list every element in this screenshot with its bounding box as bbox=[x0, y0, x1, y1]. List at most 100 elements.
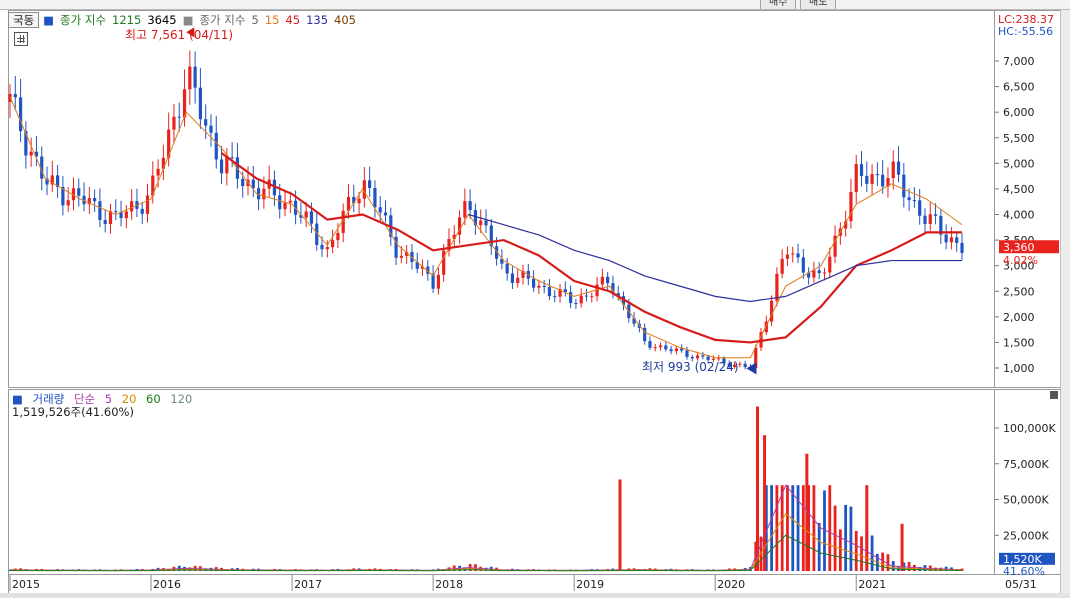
volume-bar bbox=[838, 529, 842, 571]
candle-body bbox=[114, 211, 118, 213]
candle-body bbox=[188, 66, 192, 90]
price-axis-label: 4,500 bbox=[1003, 183, 1035, 196]
volume-axis-label: 25,000K bbox=[1003, 529, 1049, 542]
candle-body bbox=[674, 348, 678, 352]
candle-body bbox=[98, 201, 102, 221]
candle-body bbox=[590, 296, 594, 298]
candle-body bbox=[875, 174, 879, 176]
candle-body bbox=[553, 296, 557, 298]
price-axis-label: 1,500 bbox=[1003, 336, 1035, 349]
candle-body bbox=[336, 232, 340, 241]
date-axis-label: 2016 bbox=[153, 578, 181, 591]
candle-body bbox=[801, 257, 805, 273]
volume-axis-label: 100,000K bbox=[1003, 422, 1056, 435]
candle-body bbox=[103, 220, 107, 225]
candle-body bbox=[960, 242, 964, 253]
candle-body bbox=[780, 258, 784, 274]
volume-bar bbox=[833, 505, 837, 571]
candle-body bbox=[140, 208, 144, 214]
candle-body bbox=[230, 157, 234, 159]
high-annotation: 최고 7,561 (04/11) bbox=[125, 28, 234, 42]
candle-body bbox=[66, 200, 70, 206]
volume-spike-bar bbox=[755, 406, 759, 571]
candle-body bbox=[775, 273, 779, 301]
pane-close-icon[interactable] bbox=[1050, 391, 1058, 399]
low-marker-arrow bbox=[746, 362, 757, 375]
candle-body bbox=[791, 253, 795, 255]
candle-body bbox=[532, 278, 536, 288]
candle-body bbox=[881, 174, 885, 187]
current-pct-label: 4.02% bbox=[1003, 254, 1038, 267]
candle-body bbox=[600, 276, 604, 285]
candle-body bbox=[870, 174, 874, 184]
candle-body bbox=[849, 192, 853, 222]
candle-body bbox=[944, 234, 948, 243]
candle-body bbox=[579, 295, 583, 304]
volume-bar bbox=[796, 485, 800, 571]
candle-body bbox=[219, 159, 224, 174]
legend-marker: ■ bbox=[43, 13, 55, 27]
candle-body bbox=[93, 197, 97, 202]
candle-body bbox=[770, 300, 774, 322]
candle-body bbox=[373, 187, 377, 208]
volume-bar bbox=[849, 506, 853, 571]
candle-body bbox=[584, 295, 589, 297]
candle-body bbox=[505, 263, 509, 274]
price-axis-label: 7,000 bbox=[1003, 55, 1035, 68]
candle-body bbox=[320, 244, 324, 250]
price-hc-label: HC:-55.56 bbox=[998, 25, 1053, 38]
candle-body bbox=[933, 214, 938, 216]
legend-ma-5: 5 bbox=[251, 13, 259, 27]
candle-body bbox=[29, 151, 33, 156]
candle-body bbox=[283, 202, 287, 210]
date-axis-label: 2017 bbox=[294, 578, 322, 591]
volume-bar bbox=[844, 504, 848, 571]
candle-body bbox=[828, 256, 832, 273]
current-price-label: 3,360 bbox=[1003, 241, 1035, 254]
candle-body bbox=[304, 211, 308, 218]
candle-body bbox=[653, 347, 657, 349]
candle-body bbox=[357, 198, 361, 204]
date-axis-label: 2021 bbox=[858, 578, 886, 591]
candle-body bbox=[172, 116, 176, 130]
volume-bar bbox=[870, 535, 874, 571]
candle-body bbox=[812, 270, 816, 278]
candle-body bbox=[124, 211, 128, 219]
price-axis-label: 1,000 bbox=[1003, 362, 1035, 375]
volume-bar bbox=[828, 485, 832, 571]
candle-body bbox=[865, 175, 869, 184]
candle-body bbox=[606, 276, 610, 284]
price-axis-label: 6,500 bbox=[1003, 81, 1035, 94]
candle-body bbox=[251, 179, 255, 189]
candle-body bbox=[145, 195, 150, 214]
legend-value-a: 1215 bbox=[112, 13, 142, 27]
candle-body bbox=[918, 200, 922, 216]
candle-body bbox=[923, 215, 927, 224]
date-axis-label: 2020 bbox=[717, 578, 745, 591]
volume-bar bbox=[780, 485, 784, 571]
stock-tab[interactable]: 국동 bbox=[8, 12, 40, 28]
candle-body bbox=[214, 132, 218, 160]
candle-body bbox=[13, 94, 17, 98]
candle-body bbox=[669, 349, 673, 352]
candle-body bbox=[658, 345, 663, 348]
candle-body bbox=[225, 157, 229, 174]
candle-body bbox=[648, 341, 652, 348]
volume-spike-bar bbox=[763, 435, 767, 571]
candle-body bbox=[209, 125, 213, 133]
candle-body bbox=[331, 240, 335, 248]
candle-body bbox=[18, 97, 23, 132]
price-axis-label: 5,500 bbox=[1003, 132, 1035, 145]
candle-body bbox=[156, 168, 160, 176]
legend-ma-45: 45 bbox=[285, 13, 301, 27]
candle-body bbox=[896, 161, 901, 175]
legend-ma-135: 135 bbox=[306, 13, 329, 27]
candle-body bbox=[907, 197, 911, 201]
candle-body bbox=[516, 277, 520, 283]
price-axis-label: 2,000 bbox=[1003, 311, 1035, 324]
low-annotation: 최저 993 (02/24) bbox=[642, 360, 739, 374]
price-axis-label: 6,000 bbox=[1003, 106, 1035, 119]
legend-ma-405: 405 bbox=[334, 13, 356, 27]
grid-icon[interactable] bbox=[14, 32, 28, 46]
chart-window: 매수 매도 7,000 6,500 6,000 5,500 5,000 4,500 4,00… bbox=[0, 0, 1070, 598]
